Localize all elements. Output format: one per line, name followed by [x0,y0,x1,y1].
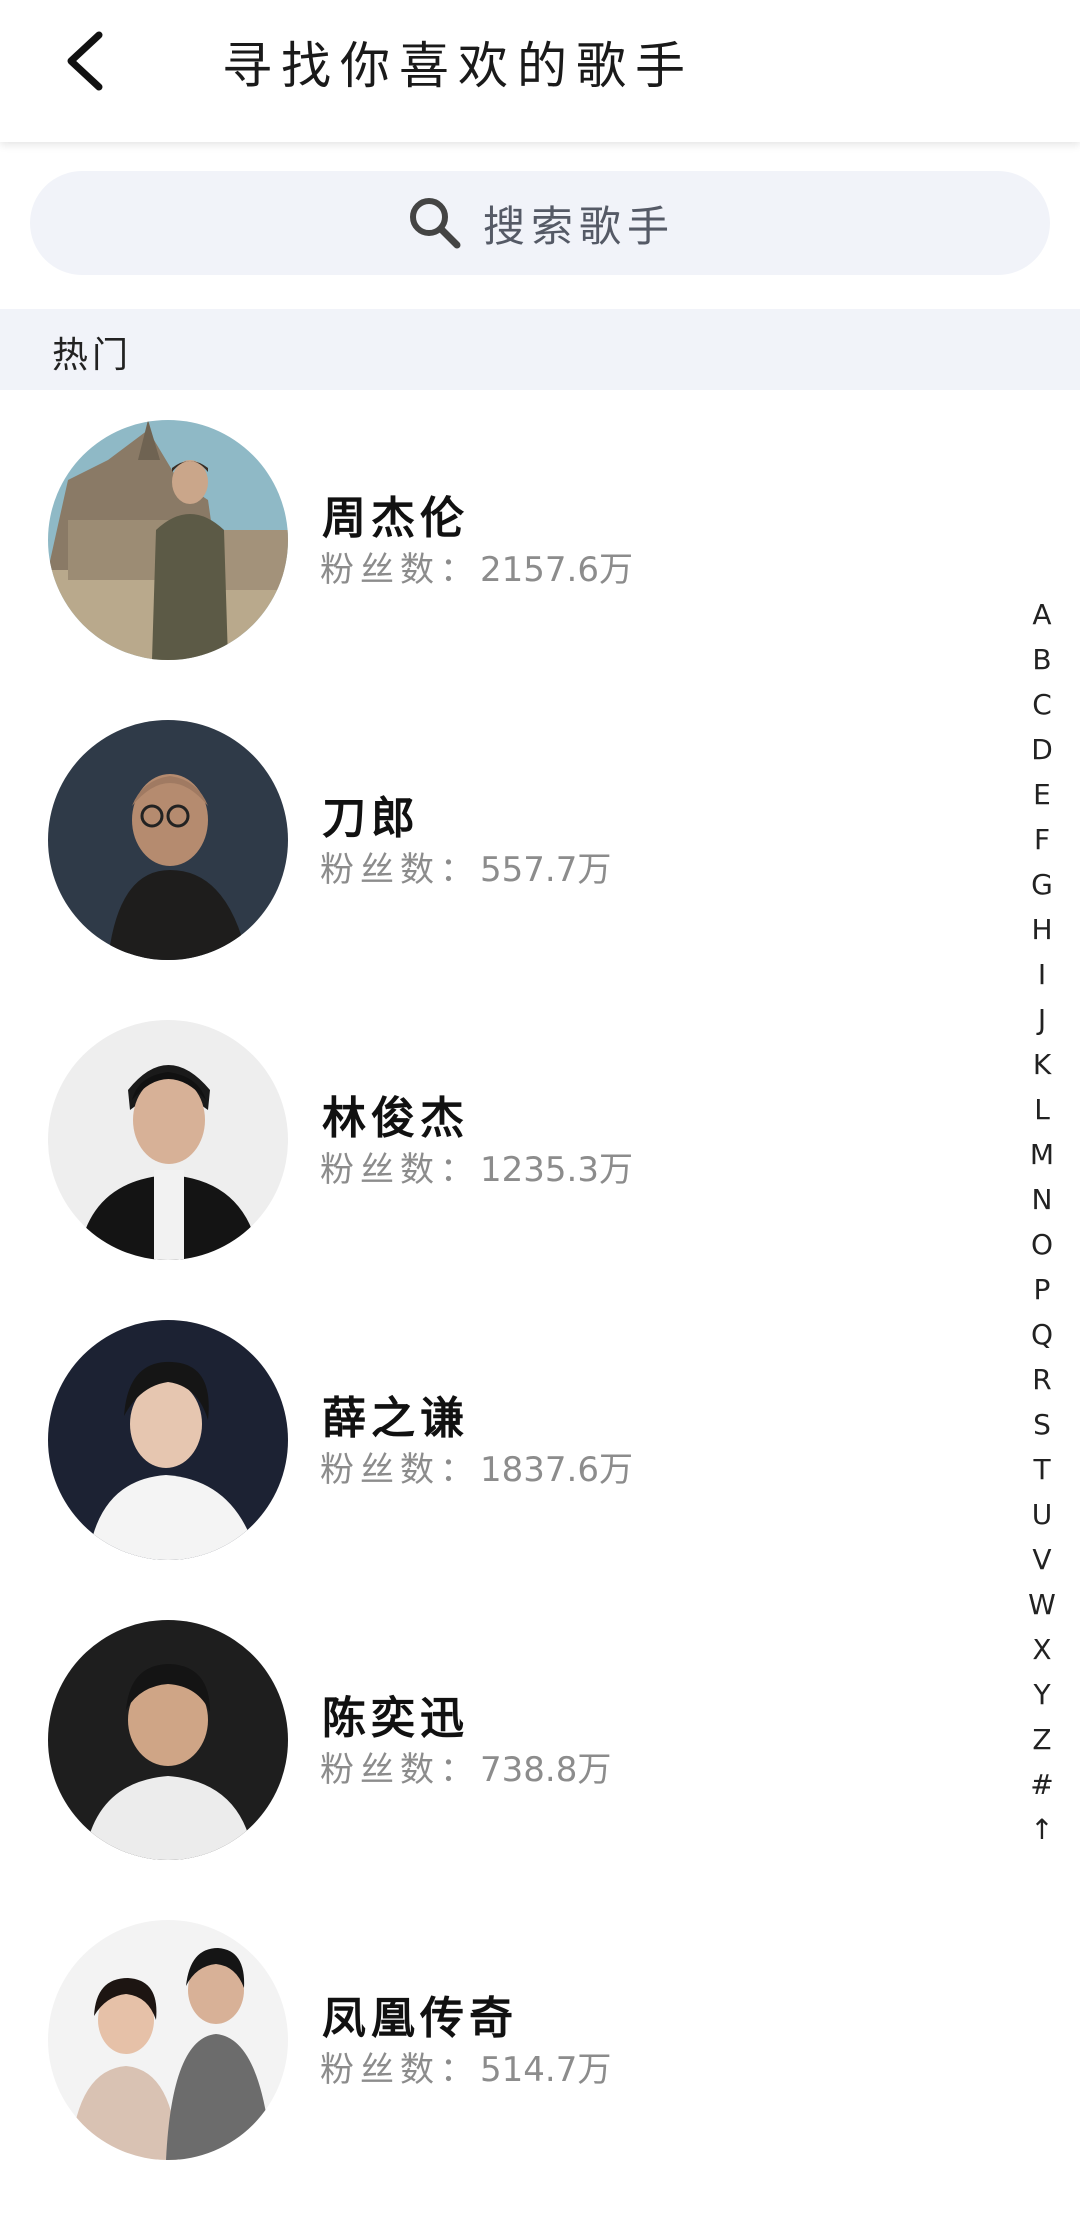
singer-avatar [48,420,288,660]
singer-name: 陈奕迅 [322,1693,469,1744]
scroll-to-top-arrow-icon[interactable]: ↑ [1022,1807,1062,1852]
singer-name: 薛之谦 [322,1393,469,1444]
singer-name: 林俊杰 [322,1093,469,1144]
index-letter-x[interactable]: X [1022,1627,1062,1672]
singer-name: 刀郎 [322,793,420,844]
singer-row[interactable]: 刀郎 粉丝数：557.7万 [0,720,1000,1020]
singer-avatar [48,720,288,960]
singer-row[interactable]: 林俊杰 粉丝数：1235.3万 [0,1020,1000,1320]
fans-count: 粉丝数：2157.6万 [320,550,633,590]
singer-row[interactable]: 周杰伦 粉丝数：2157.6万 [0,420,1000,720]
index-letter-e[interactable]: E [1022,772,1062,817]
section-header-hot: 热门 [0,309,1080,390]
index-letter-g[interactable]: G [1022,862,1062,907]
singer-row[interactable]: 薛之谦 粉丝数：1837.6万 [0,1320,1000,1620]
index-letter-d[interactable]: D [1022,727,1062,772]
index-letter-l[interactable]: L [1022,1087,1062,1132]
top-bar: 寻找你喜欢的歌手 [0,0,1080,142]
fans-count: 粉丝数：1837.6万 [320,1450,633,1490]
page-title: 寻找你喜欢的歌手 [222,37,694,95]
search-bar[interactable]: 搜索歌手 [30,171,1050,275]
index-letter-r[interactable]: R [1022,1357,1062,1402]
singer-row[interactable]: 陈奕迅 粉丝数：738.8万 [0,1620,1000,1920]
back-button[interactable] [50,18,120,108]
search-placeholder: 搜索歌手 [482,201,675,251]
index-letter-k[interactable]: K [1022,1042,1062,1087]
fans-count: 粉丝数：514.7万 [320,2050,612,2090]
index-letter-s[interactable]: S [1022,1402,1062,1447]
index-letter-hash[interactable]: # [1022,1762,1062,1807]
section-label: 热门 [52,335,133,376]
index-letter-b[interactable]: B [1022,637,1062,682]
search-icon [405,193,465,253]
singer-avatar [48,1320,288,1560]
singer-name: 凤凰传奇 [322,1993,518,2044]
index-letter-h[interactable]: H [1022,907,1062,952]
index-letter-z[interactable]: Z [1022,1717,1062,1762]
singer-avatar [48,1920,288,2160]
index-letter-o[interactable]: O [1022,1222,1062,1267]
index-letter-n[interactable]: N [1022,1177,1062,1222]
index-letter-u[interactable]: U [1022,1492,1062,1537]
index-letter-j[interactable]: J [1022,997,1062,1042]
index-letter-y[interactable]: Y [1022,1672,1062,1717]
fans-count: 粉丝数：557.7万 [320,850,612,890]
index-letter-v[interactable]: V [1022,1537,1062,1582]
index-letter-a[interactable]: A [1022,592,1062,637]
index-letter-f[interactable]: F [1022,817,1062,862]
index-letter-t[interactable]: T [1022,1447,1062,1492]
index-letter-w[interactable]: W [1022,1582,1062,1627]
alphabet-index-bar: A B C D E F G H I J K L M N O P Q R S T … [1022,592,1062,1852]
fans-count: 粉丝数：1235.3万 [320,1150,633,1190]
index-letter-q[interactable]: Q [1022,1312,1062,1357]
singer-name: 周杰伦 [322,493,469,544]
singer-row[interactable]: 凤凰传奇 粉丝数：514.7万 [0,1920,1000,2220]
index-letter-p[interactable]: P [1022,1267,1062,1312]
index-letter-c[interactable]: C [1022,682,1062,727]
singer-avatar [48,1020,288,1260]
index-letter-m[interactable]: M [1022,1132,1062,1177]
singer-avatar [48,1620,288,1860]
fans-count: 粉丝数：738.8万 [320,1750,612,1790]
chevron-left-icon [63,29,107,97]
index-letter-i[interactable]: I [1022,952,1062,997]
